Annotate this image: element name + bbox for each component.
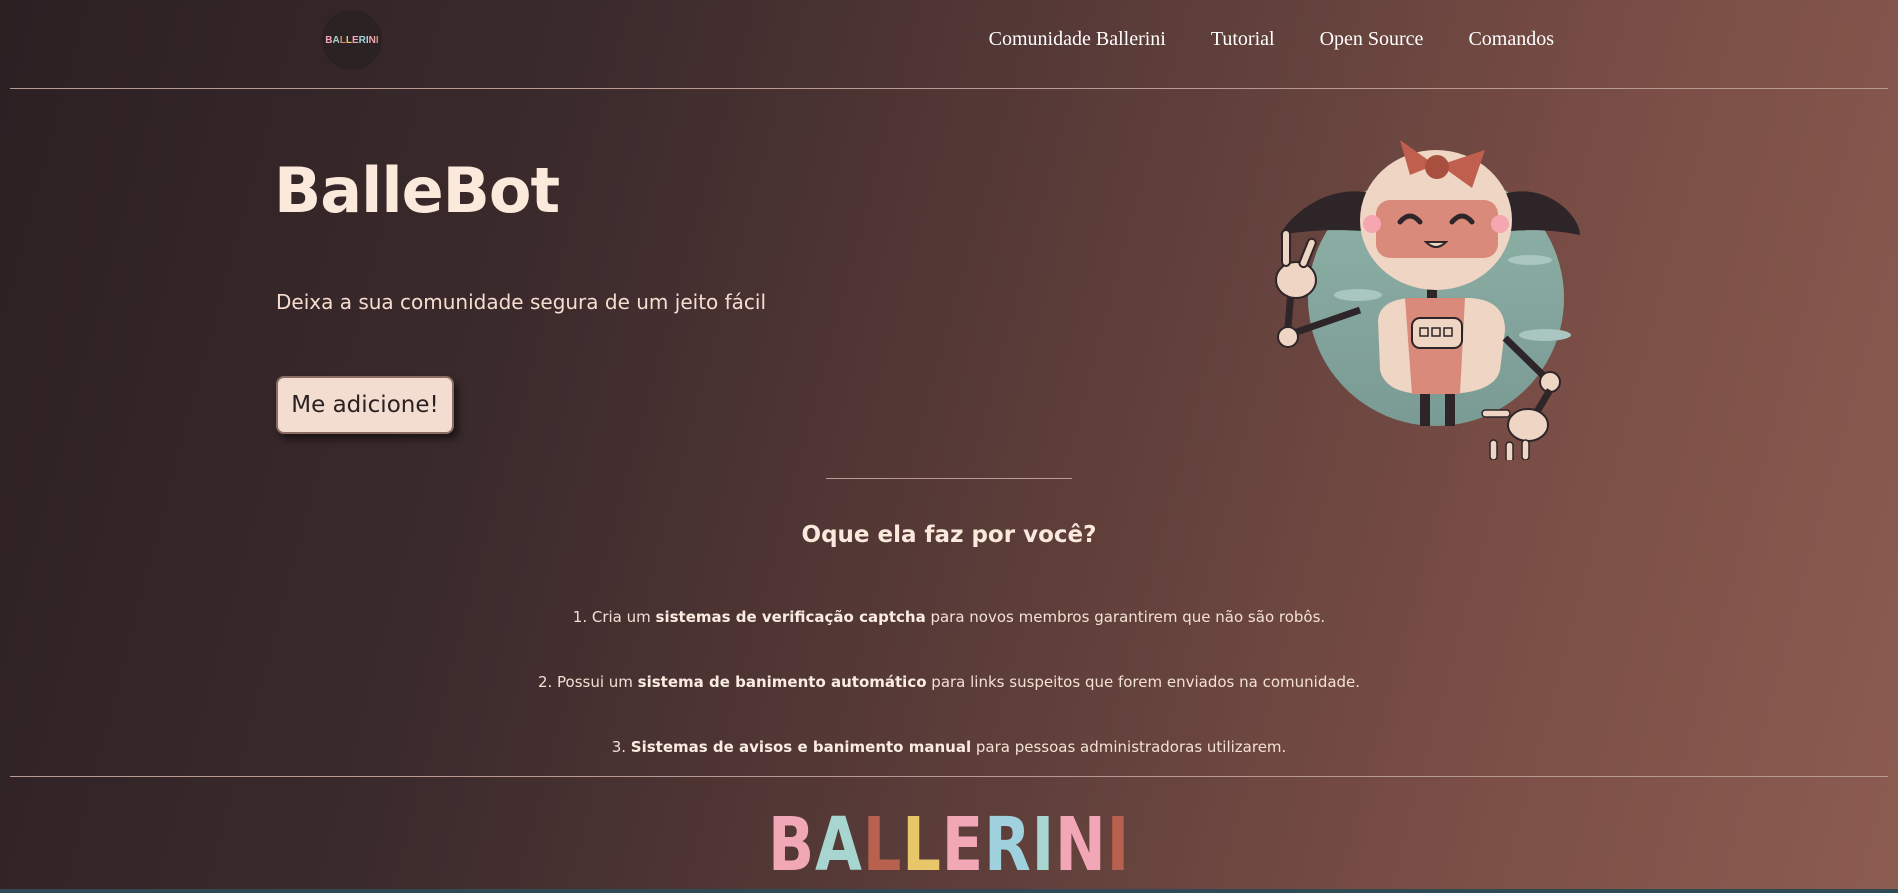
footer-logo-letter: I — [1031, 802, 1056, 888]
ballerini-logo[interactable]: BALLERINI — [324, 12, 380, 68]
add-bot-button[interactable]: Me adicione! — [276, 376, 454, 434]
footer-logo-letter: E — [941, 802, 985, 888]
footer-logo-letter: I — [1106, 802, 1131, 888]
section-divider — [826, 478, 1072, 479]
nav-link-tutorial[interactable]: Tutorial — [1211, 28, 1275, 51]
navbar: BALLERINI Comunidade Ballerini Tutorial … — [0, 0, 1898, 88]
nav-link-comunidade[interactable]: Comunidade Ballerini — [989, 28, 1166, 51]
nav-link-open-source[interactable]: Open Source — [1320, 28, 1424, 51]
feature-item: 2. Possui um sistema de banimento automá… — [537, 673, 1361, 691]
features-list: 1. Cria um sistemas de verificação captc… — [0, 608, 1898, 803]
robot-mascot-illustration — [1275, 140, 1580, 460]
bottom-strip — [0, 889, 1898, 893]
footer-ballerini-logo: BALLERINI — [171, 808, 1727, 882]
nav-links: Comunidade Ballerini Tutorial Open Sourc… — [989, 28, 1554, 51]
footer-logo-letter: L — [862, 802, 903, 888]
footer-logo-letter: N — [1055, 802, 1107, 888]
hero-subtitle: Deixa a sua comunidade segura de um jeit… — [276, 290, 767, 314]
footer-logo-letter: L — [902, 802, 942, 888]
header-divider — [10, 88, 1888, 89]
nav-link-comandos[interactable]: Comandos — [1468, 28, 1554, 51]
footer-divider — [10, 776, 1888, 777]
feature-item: 1. Cria um sistemas de verificação captc… — [572, 608, 1326, 626]
footer-logo-letter: A — [815, 802, 863, 888]
footer-logo-letter: R — [984, 802, 1032, 888]
hero-title: BalleBot — [274, 154, 560, 227]
feature-item: 3. Sistemas de avisos e banimento manual… — [611, 738, 1287, 756]
features-title: Oque ela faz por você? — [801, 522, 1097, 548]
footer-logo-letter: B — [767, 802, 816, 888]
